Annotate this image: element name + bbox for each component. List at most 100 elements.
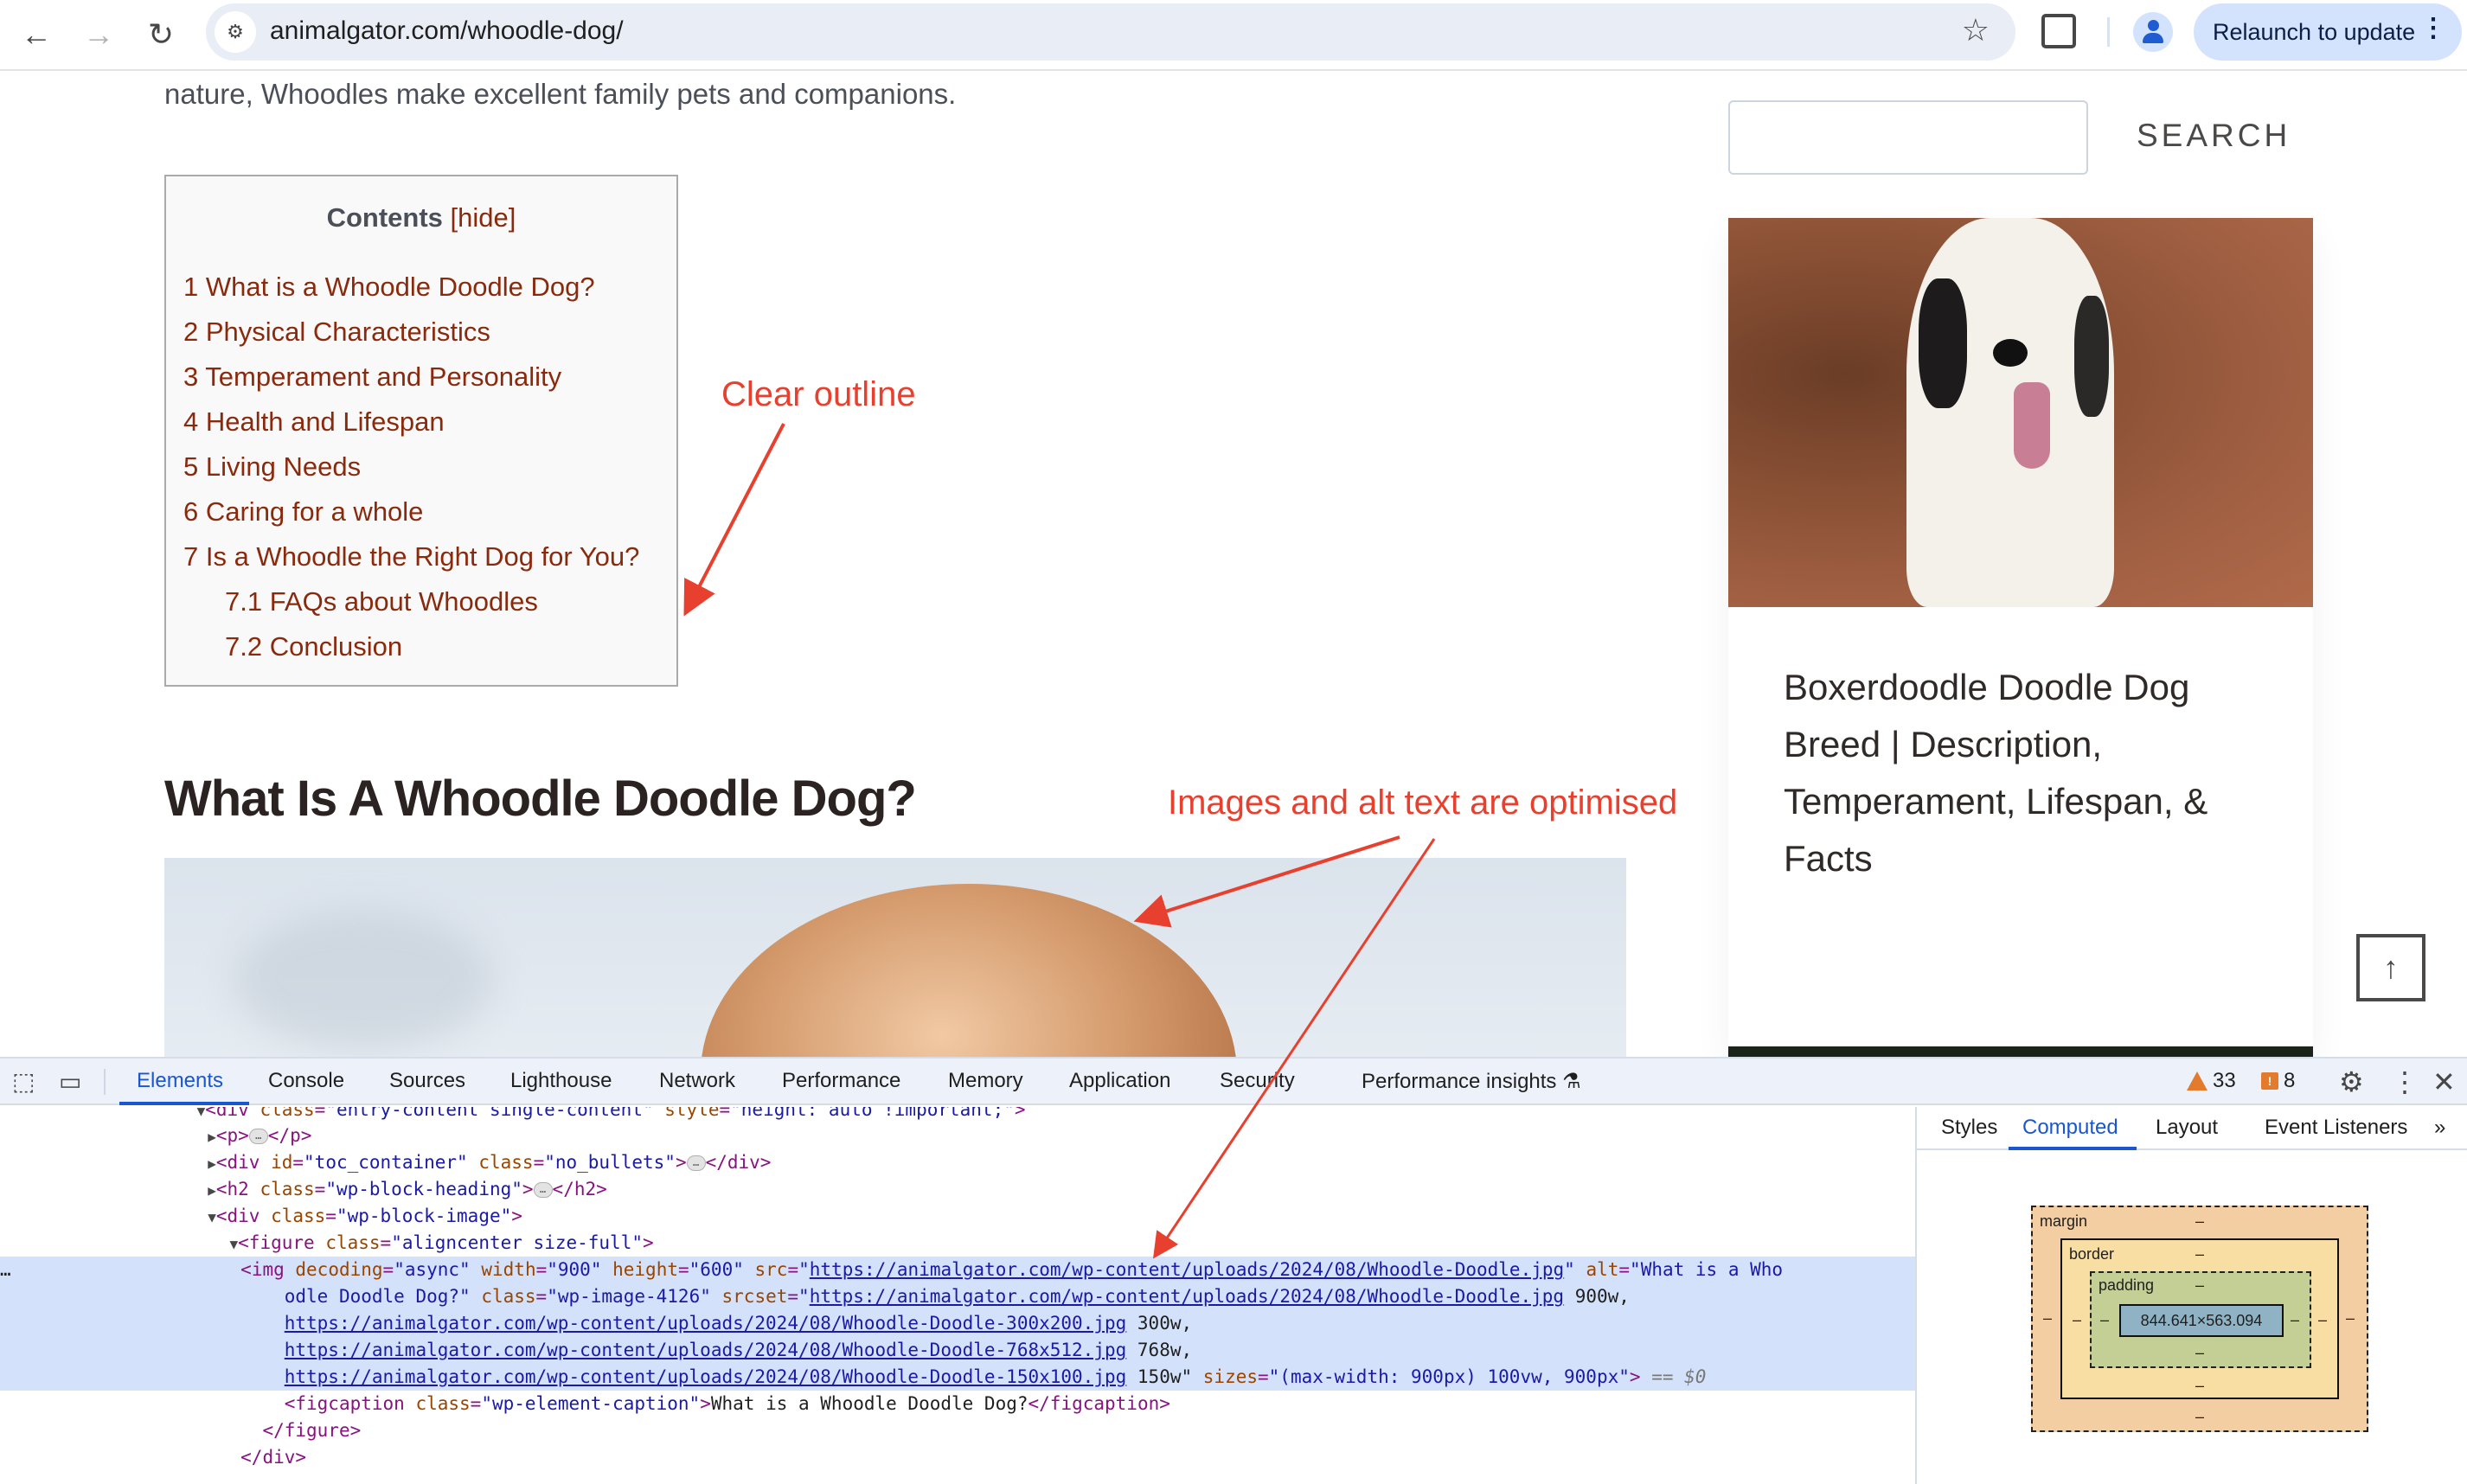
dom-node-p[interactable]: ▶<p>… </p> bbox=[0, 1123, 1915, 1149]
dom-node-entry-content[interactable]: ▼<div class="entry-content single-conten… bbox=[0, 1107, 1915, 1123]
toc-item[interactable]: 3 Temperament and Personality bbox=[183, 361, 639, 406]
toc-title: Contents [hide] bbox=[166, 202, 676, 233]
forward-button[interactable]: → bbox=[76, 12, 121, 57]
srcset-link[interactable]: https://animalgator.com/wp-content/uploa… bbox=[285, 1340, 1127, 1360]
srcset-link[interactable]: https://animalgator.com/wp-content/uploa… bbox=[285, 1313, 1127, 1334]
dom-node-figure-close[interactable]: </figure> bbox=[0, 1417, 1915, 1444]
tab-elements[interactable]: Elements bbox=[137, 1069, 223, 1093]
card-title-link[interactable]: Boxerdoodle Doodle Dog Breed | Descripti… bbox=[1784, 659, 2268, 887]
toc-hide-link[interactable]: [hide] bbox=[451, 202, 516, 233]
expand-triangle-icon[interactable]: ▼ bbox=[230, 1236, 239, 1252]
expand-triangle-icon[interactable]: ▼ bbox=[208, 1209, 216, 1225]
border-right-value[interactable]: – bbox=[2318, 1311, 2327, 1329]
img-src-link[interactable]: https://animalgator.com/wp-content/uploa… bbox=[810, 1259, 1564, 1280]
dom-node-img-line3[interactable]: https://animalgator.com/wp-content/uploa… bbox=[0, 1310, 1915, 1337]
toc-item[interactable]: 4 Health and Lifespan bbox=[183, 406, 639, 451]
box-model-margin[interactable]: margin – – – – border – – – – padding – … bbox=[2031, 1206, 2368, 1432]
toc-item[interactable]: 2 Physical Characteristics bbox=[183, 317, 639, 361]
relaunch-to-update-button[interactable]: Relaunch to update ⋮ bbox=[2194, 3, 2462, 61]
margin-top-value[interactable]: – bbox=[2195, 1212, 2204, 1231]
settings-gear-icon[interactable]: ⚙ bbox=[2339, 1065, 2364, 1098]
boxerdoodle-image[interactable] bbox=[1728, 218, 2313, 607]
border-bottom-value[interactable]: – bbox=[2195, 1377, 2204, 1395]
dom-node-figcaption[interactable]: <figcaption class="wp-element-caption">W… bbox=[0, 1391, 1915, 1417]
box-model-padding[interactable]: padding – – – – 844.641×563.094 bbox=[2090, 1271, 2311, 1368]
tab-event-listeners[interactable]: Event Listeners bbox=[2265, 1116, 2407, 1140]
tab-security[interactable]: Security bbox=[1220, 1069, 1295, 1093]
scroll-to-top-button[interactable]: ↑ bbox=[2356, 934, 2425, 1001]
extensions-puzzle-icon[interactable] bbox=[2041, 14, 2076, 48]
url-text[interactable]: animalgator.com/whoodle-dog/ bbox=[270, 16, 624, 46]
dog-fur-shape bbox=[701, 884, 1237, 1057]
ellipsis-icon[interactable]: … bbox=[248, 1129, 268, 1144]
dom-node-img-line5[interactable]: https://animalgator.com/wp-content/uploa… bbox=[0, 1364, 1915, 1391]
tab-layout[interactable]: Layout bbox=[2156, 1116, 2218, 1140]
border-top-value[interactable]: – bbox=[2195, 1245, 2204, 1263]
related-post-card[interactable]: Boxerdoodle Doodle Dog Breed | Descripti… bbox=[1728, 218, 2313, 1046]
section-heading: What Is A Whoodle Doodle Dog? bbox=[164, 771, 917, 827]
node-actions-ellipsis[interactable]: … bbox=[0, 1259, 11, 1280]
box-model-border[interactable]: border – – – – padding – – – – 844.641×5… bbox=[2060, 1238, 2339, 1399]
dom-node-img-line4[interactable]: https://animalgator.com/wp-content/uploa… bbox=[0, 1337, 1915, 1364]
close-devtools-icon[interactable]: ✕ bbox=[2432, 1065, 2456, 1098]
toc-item[interactable]: 6 Caring for a whole bbox=[183, 496, 639, 541]
reload-button[interactable]: ↻ bbox=[138, 12, 183, 57]
devtools-tabbar: ⬚ ▭ Elements Console Sources Lighthouse … bbox=[0, 1059, 2467, 1105]
toc-subitem[interactable]: 7.1 FAQs about Whoodles bbox=[183, 586, 639, 631]
dom-node-h2[interactable]: ▶<h2 class="wp-block-heading">… </h2> bbox=[0, 1176, 1915, 1203]
dom-node-wp-block-image[interactable]: ▼<div class="wp-block-image"> bbox=[0, 1203, 1915, 1230]
expand-triangle-icon[interactable]: ▼ bbox=[197, 1107, 206, 1119]
padding-bottom-value[interactable]: – bbox=[2195, 1344, 2204, 1362]
dom-node-toc-container[interactable]: ▶<div id="toc_container" class="no_bulle… bbox=[0, 1149, 1915, 1176]
intro-paragraph: nature, Whoodles make excellent family p… bbox=[164, 78, 957, 110]
tab-sources[interactable]: Sources bbox=[389, 1069, 465, 1093]
device-toolbar-icon[interactable]: ▭ bbox=[59, 1067, 81, 1096]
toc-subitem[interactable]: 7.2 Conclusion bbox=[183, 631, 639, 676]
tab-performance[interactable]: Performance bbox=[782, 1069, 900, 1093]
inspect-element-icon[interactable]: ⬚ bbox=[12, 1067, 35, 1096]
sidebar-search-input[interactable] bbox=[1728, 100, 2088, 175]
margin-left-value[interactable]: – bbox=[2043, 1309, 2052, 1327]
table-of-contents: Contents [hide] 1 What is a Whoodle Dood… bbox=[164, 175, 678, 687]
site-info-button[interactable]: ⚙ bbox=[215, 11, 256, 53]
tab-performance-insights[interactable]: Performance insights ⚗ bbox=[1362, 1069, 1581, 1094]
dom-node-img-selected[interactable]: … <img decoding="async" width="900" heig… bbox=[0, 1257, 1915, 1283]
collapse-triangle-icon[interactable]: ▶ bbox=[208, 1155, 216, 1172]
address-bar[interactable]: ⚙ animalgator.com/whoodle-dog/ ☆ bbox=[206, 3, 2015, 61]
more-options-icon[interactable]: ⋮ bbox=[2391, 1065, 2419, 1098]
padding-left-value[interactable]: – bbox=[2100, 1311, 2109, 1329]
border-left-value[interactable]: – bbox=[2073, 1311, 2081, 1329]
tab-console[interactable]: Console bbox=[268, 1069, 344, 1093]
margin-right-value[interactable]: – bbox=[2346, 1309, 2355, 1327]
toc-item[interactable]: 5 Living Needs bbox=[183, 451, 639, 496]
padding-top-value[interactable]: – bbox=[2195, 1276, 2204, 1295]
srcset-link[interactable]: https://animalgator.com/wp-content/uploa… bbox=[285, 1366, 1127, 1387]
tab-network[interactable]: Network bbox=[659, 1069, 735, 1093]
bookmark-star-icon[interactable]: ☆ bbox=[1962, 12, 1990, 48]
dom-node-img-line2[interactable]: odle Doodle Dog?" class="wp-image-4126" … bbox=[0, 1283, 1915, 1310]
back-button[interactable]: ← bbox=[14, 12, 59, 57]
more-tabs-chevron-icon[interactable]: » bbox=[2434, 1116, 2445, 1140]
toc-item[interactable]: 1 What is a Whoodle Doodle Dog? bbox=[183, 272, 639, 317]
dom-node-figure[interactable]: ▼<figure class="aligncenter size-full"> bbox=[0, 1230, 1915, 1257]
tab-application[interactable]: Application bbox=[1069, 1069, 1170, 1093]
collapse-triangle-icon[interactable]: ▶ bbox=[208, 1129, 216, 1145]
warnings-badge[interactable]: 33 bbox=[2187, 1069, 2236, 1093]
ellipsis-icon[interactable]: … bbox=[533, 1182, 553, 1198]
tab-computed[interactable]: Computed bbox=[2022, 1116, 2118, 1140]
profile-avatar[interactable] bbox=[2133, 12, 2173, 52]
tab-lighthouse[interactable]: Lighthouse bbox=[510, 1069, 612, 1093]
tab-memory[interactable]: Memory bbox=[948, 1069, 1023, 1093]
more-menu-icon[interactable]: ⋮ bbox=[2420, 16, 2446, 42]
collapse-triangle-icon[interactable]: ▶ bbox=[208, 1182, 216, 1199]
srcset-link[interactable]: https://animalgator.com/wp-content/uploa… bbox=[810, 1286, 1564, 1307]
tab-styles[interactable]: Styles bbox=[1941, 1116, 1997, 1140]
box-model-content-size[interactable]: 844.641×563.094 bbox=[2119, 1304, 2284, 1337]
toc-item[interactable]: 7 Is a Whoodle the Right Dog for You? bbox=[183, 541, 639, 586]
search-button[interactable]: SEARCH bbox=[2137, 118, 2291, 154]
padding-right-value[interactable]: – bbox=[2291, 1311, 2299, 1329]
margin-bottom-value[interactable]: – bbox=[2195, 1408, 2204, 1426]
issues-badge[interactable]: ! 8 bbox=[2261, 1069, 2295, 1093]
ellipsis-icon[interactable]: … bbox=[686, 1155, 706, 1171]
dom-node-div-close[interactable]: </div> bbox=[0, 1444, 1915, 1471]
